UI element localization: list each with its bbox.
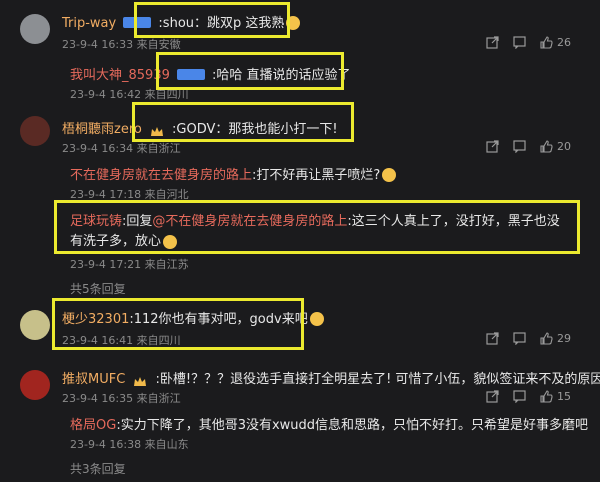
crown-badge-icon [133,373,147,386]
comment-actions: 29 [486,332,571,345]
reply-meta: 23-9-4 16:38 来自山东 [70,438,189,451]
highlight-box [134,2,290,38]
username[interactable]: 我叫大神_85939 [70,68,170,83]
more-replies-link[interactable]: 共5条回复 [70,280,126,297]
like-button[interactable]: 20 [540,140,571,153]
comment-icon[interactable] [513,140,526,153]
thumbs-up-icon [540,332,553,345]
avatar[interactable] [20,116,50,146]
like-button[interactable]: 29 [540,332,571,345]
more-replies-link[interactable]: 共3条回复 [70,460,126,477]
thumbs-up-icon [540,390,553,403]
share-icon[interactable] [486,36,499,49]
like-button[interactable]: 15 [540,390,571,403]
share-icon[interactable] [486,332,499,345]
comment-meta: 23-9-4 16:34 来自浙江 [62,142,181,155]
comment-icon[interactable] [513,332,526,345]
like-count: 26 [557,36,571,49]
share-icon[interactable] [486,140,499,153]
reply-meta: 23-9-4 17:21 来自江苏 [70,258,189,271]
comment-text: :卧槽!？？？退役选手直接打全明星去了! 可惜了小伍，貌似签证来不及的原因 [155,372,600,387]
like-count: 15 [557,390,571,403]
comment-header: 推叔MUFC :卧槽!？？？退役选手直接打全明星去了! 可惜了小伍，貌似签证来不… [62,368,600,387]
highlight-box [156,52,344,90]
highlight-box [132,102,354,142]
reply-text: :打不好再让黑子喷烂? [252,168,381,183]
comment-actions: 26 [486,36,571,49]
username[interactable]: 推叔MUFC [62,372,125,387]
share-icon[interactable] [486,390,499,403]
comment-icon[interactable] [513,36,526,49]
username[interactable]: 梧桐聽雨zero [62,122,142,137]
avatar[interactable] [20,370,50,400]
reply-header: 格局OG:实力下降了，其他哥3没有xwudd信息和思路，只怕不好打。只希望是好事… [70,414,588,433]
reply-text: :实力下降了，其他哥3没有xwudd信息和思路，只怕不好打。只希望是好事多磨吧 [116,418,589,433]
username[interactable]: Trip-way [62,16,116,31]
username[interactable]: 不在健身房就在去健身房的路上 [70,168,252,183]
username[interactable]: 格局OG [70,418,116,433]
like-button[interactable]: 26 [540,36,571,49]
highlight-box [54,200,580,254]
comment-icon[interactable] [513,390,526,403]
comment-actions: 15 [486,390,571,403]
like-count: 20 [557,140,571,153]
emoji-icon [309,311,324,326]
comment-actions: 20 [486,140,571,153]
comment-meta: 23-9-4 16:33 来自安徽 [62,38,181,51]
like-count: 29 [557,332,571,345]
highlight-box [52,298,304,350]
thumbs-up-icon [540,36,553,49]
reply-header: 不在健身房就在去健身房的路上:打不好再让黑子喷烂? [70,164,397,183]
avatar[interactable] [20,310,50,340]
comment-meta: 23-9-4 16:35 来自浙江 [62,392,181,405]
thumbs-up-icon [540,140,553,153]
avatar[interactable] [20,14,50,44]
emoji-icon [382,167,397,182]
